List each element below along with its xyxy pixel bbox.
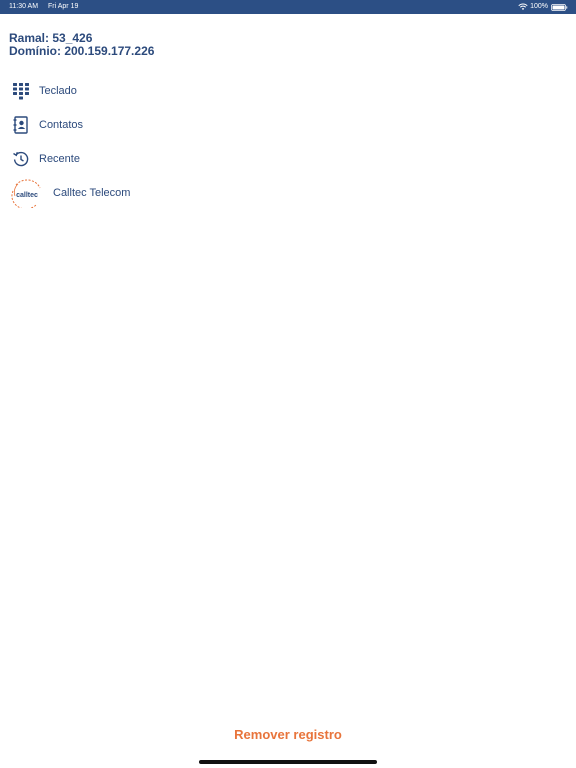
- menu-item-teclado[interactable]: Teclado: [0, 74, 576, 108]
- remove-registration-button[interactable]: Remover registro: [0, 726, 576, 744]
- battery-icon: [551, 3, 568, 11]
- status-date: Fri Apr 19: [48, 3, 79, 10]
- logo-text: calltec: [16, 192, 38, 199]
- menu-item-recente[interactable]: Recente: [0, 142, 576, 176]
- menu-item-label: Recente: [39, 153, 80, 165]
- status-left: 11:30 AM Fri Apr 19: [9, 0, 86, 14]
- dominio-label: Domínio: 200.159.177.226: [9, 44, 155, 58]
- menu-item-calltec[interactable]: calltec Calltec Telecom: [0, 176, 576, 210]
- wifi-icon: [518, 3, 528, 10]
- status-right: 100%: [518, 0, 568, 14]
- main-menu: Teclado Contatos Recente calltec Calltec…: [0, 74, 576, 210]
- menu-item-contatos[interactable]: Contatos: [0, 108, 576, 142]
- account-info: Ramal: 53_426 Domínio: 200.159.177.226: [9, 32, 154, 58]
- keypad-icon: [13, 83, 29, 100]
- status-bar: 11:30 AM Fri Apr 19 100%: [0, 0, 576, 14]
- menu-item-label: Calltec Telecom: [53, 187, 131, 199]
- history-clock-icon: [13, 151, 29, 167]
- calltec-logo: calltec: [11, 179, 41, 208]
- status-time: 11:30 AM: [9, 3, 39, 10]
- menu-item-label: Teclado: [39, 85, 77, 97]
- contacts-book-icon: [13, 116, 28, 134]
- battery-percent: 100%: [530, 3, 548, 10]
- menu-item-label: Contatos: [39, 119, 84, 131]
- home-indicator[interactable]: [199, 760, 377, 764]
